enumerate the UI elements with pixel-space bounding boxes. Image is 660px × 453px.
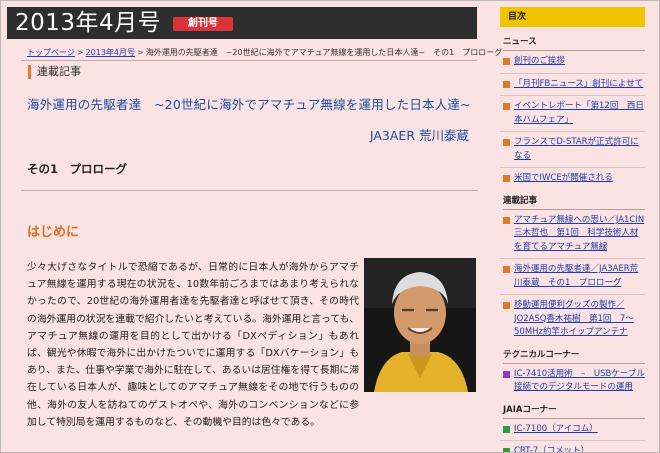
page-frame: 2013年4月号 創刊号 トップページ >2013年4月号 > 海外運用の先駆者達 ~… (0, 0, 660, 453)
sidebar-heading: 連載記事 (503, 194, 645, 210)
breadcrumb: トップページ >2013年4月号 > 海外運用の先駆者達 ~20世紀に海外でアマチュア… (27, 47, 502, 58)
breadcrumb-separator: > (76, 48, 84, 57)
square-bullet-icon (503, 103, 510, 110)
sidebar-divider (500, 258, 645, 259)
sidebar-divider (500, 95, 645, 96)
square-bullet-icon (503, 216, 510, 224)
article-author: JA3AER 荒川泰蔵 (369, 128, 469, 143)
article-title: 海外運用の先駆者達 ~20世紀に海外でアマチュア無線を運用した日本人達~ (27, 97, 471, 112)
sidebar: 目次 ニュース創刊のご挨拶「月刊FBニュース」創刊によせてイベントレポート「第1… (500, 7, 645, 452)
sidebar-item-link[interactable]: イベントレポート「第12回 西日本ハムフェア」 (514, 101, 644, 125)
sidebar-divider (500, 294, 645, 295)
sidebar-item-link[interactable]: 移動運用便利グッズの製作／JO2ASQ香木祐樹 第1回 7～50MHz約竿ホイッ… (514, 300, 634, 337)
sidebar-divider (500, 440, 645, 441)
square-bullet-icon (503, 448, 510, 452)
issue-title: 2013年4月号 (15, 10, 162, 36)
sidebar-item[interactable]: CRT-7（コメット） (500, 445, 645, 452)
sidebar-item-link[interactable]: 創刊のご挨拶 (514, 56, 565, 66)
sidebar-item[interactable]: 海外運用の先駆者達／JA3AER荒川泰蔵 その1 プロローグ (500, 263, 645, 290)
divider (21, 60, 477, 61)
sidebar-divider (500, 131, 645, 132)
sidebar-item[interactable]: アマチュア無線への思い／JA1CIN三木哲也 第1回 科学技術人材を育てるアマチ… (500, 214, 645, 255)
sidebar-heading: テクニカルコーナー (503, 348, 645, 364)
square-bullet-icon (503, 80, 510, 88)
sidebar-item[interactable]: IC-7410活用術 – USBケーブル接続でのデジタルモードの運用 (500, 368, 645, 395)
sidebar-divider (500, 72, 645, 74)
breadcrumb-separator: > (137, 48, 144, 57)
part-title: その1 プロローグ (27, 162, 128, 176)
sidebar-item-link[interactable]: フランスでD-STARが正式許可になる (514, 137, 639, 161)
square-bullet-icon (503, 58, 510, 65)
author-photo (364, 258, 476, 392)
square-bullet-icon (503, 266, 510, 273)
sidebar-item[interactable]: IC-7100（アイコム） (500, 423, 645, 437)
square-bullet-icon (503, 302, 510, 309)
square-bullet-icon (503, 425, 510, 433)
breadcrumb-home-link[interactable]: トップページ (27, 48, 75, 57)
sidebar-item-link[interactable]: 海外運用の先駆者達／JA3AER荒川泰蔵 その1 プロローグ (514, 264, 638, 288)
breadcrumb-current: 海外運用の先駆者達 ~20世紀に海外でアマチュア無線を運用した日本人達~ その1… (145, 48, 503, 57)
sidebar-divider (500, 167, 645, 168)
first-issue-badge: 創刊号 (173, 17, 233, 31)
sidebar-item[interactable]: フランスでD-STARが正式許可になる (500, 136, 645, 163)
sidebar-item-link[interactable]: CRT-7（コメット） (514, 446, 589, 452)
sidebar-item-link[interactable]: 「月刊FBニュース」創刊によせて (514, 79, 643, 89)
breadcrumb-issue-link[interactable]: 2013年4月号 (86, 48, 135, 57)
sidebar-item-link[interactable]: 米国でIWCEが開催される (514, 173, 613, 183)
section-label: 連載記事 (28, 65, 81, 79)
sidebar-item[interactable]: 「月刊FBニュース」創刊によせて (500, 78, 645, 92)
author-photo-image (364, 258, 476, 392)
sidebar-item[interactable]: 創刊のご挨拶 (500, 55, 645, 69)
sidebar-item-link[interactable]: IC-7410活用術 – USBケーブル接続でのデジタルモードの運用 (514, 369, 645, 393)
issue-header: 2013年4月号 創刊号 (7, 7, 477, 39)
square-bullet-icon (503, 139, 510, 146)
sidebar-heading: JAIAコーナー (503, 403, 645, 419)
square-bullet-icon (503, 370, 510, 378)
toc-header: 目次 (500, 7, 645, 27)
square-bullet-icon (503, 175, 510, 182)
sidebar-item-link[interactable]: IC-7100（アイコム） (514, 424, 598, 434)
sidebar-item[interactable]: 米国でIWCEが開催される (500, 172, 645, 186)
article-body: 少々大げさなタイトルで恐縮であるが、日常的に日本人が海外からアマチュア無線を運用… (27, 262, 359, 428)
sidebar-item[interactable]: イベントレポート「第12回 西日本ハムフェア」 (500, 100, 645, 127)
sidebar-heading: ニュース (503, 35, 645, 51)
sidebar-item[interactable]: 移動運用便利グッズの製作／JO2ASQ香木祐樹 第1回 7～50MHz約竿ホイッ… (500, 299, 645, 340)
intro-heading: はじめに (27, 225, 80, 240)
sidebar-item-link[interactable]: アマチュア無線への思い／JA1CIN三木哲也 第1回 科学技術人材を育てるアマチ… (514, 215, 644, 252)
sidebar-sections: ニュース創刊のご挨拶「月刊FBニュース」創刊によせてイベントレポート「第12回 … (500, 35, 645, 452)
divider (21, 190, 478, 191)
